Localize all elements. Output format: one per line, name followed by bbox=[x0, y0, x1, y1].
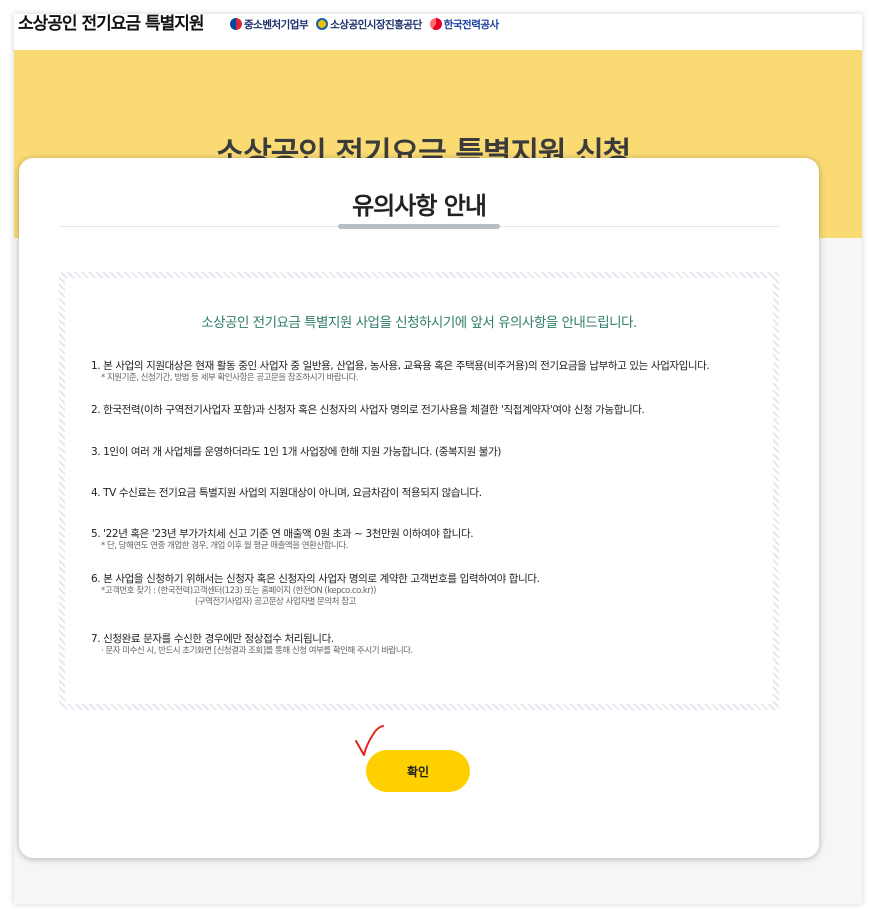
notice-item-4: 4. TV 수신료는 전기요금 특별지원 사업의 지원대상이 아니며, 요금차감… bbox=[91, 486, 771, 500]
kepco-logo-icon bbox=[429, 18, 442, 30]
title-underline bbox=[338, 224, 500, 229]
notice-item-text: 4. TV 수신료는 전기요금 특별지원 사업의 지원대상이 아니며, 요금차감… bbox=[91, 487, 482, 499]
site-brand[interactable]: 소상공인 전기요금 특별지원 bbox=[18, 14, 205, 34]
notice-item-text: 3. 1인이 여러 개 사업체를 운영하더라도 1인 1개 사업장에 한해 지원… bbox=[91, 446, 501, 458]
notice-item-1: 1. 본 사업의 지원대상은 현재 활동 중인 사업자 중 일반용, 산업용, … bbox=[91, 359, 771, 384]
page: 소상공인 전기요금 특별지원 중소벤처기업부 소상공인시장진흥공단 한국전력공사… bbox=[14, 14, 862, 904]
notice-frame: 소상공인 전기요금 특별지원 사업을 신청하시기에 앞서 유의사항을 안내드립니… bbox=[59, 272, 779, 710]
notice-item-text: 5. '22년 혹은 '23년 부가가치세 신고 기준 연 매출액 0원 초과 … bbox=[91, 528, 474, 540]
org-semas[interactable]: 소상공인시장진흥공단 bbox=[316, 17, 422, 32]
notice-box: 소상공인 전기요금 특별지원 사업을 신청하시기에 앞서 유의사항을 안내드립니… bbox=[65, 278, 773, 704]
notice-item-5: 5. '22년 혹은 '23년 부가가치세 신고 기준 연 매출액 0원 초과 … bbox=[91, 527, 771, 552]
notice-item-7: 7. 신청완료 문자를 수신한 경우에만 정상접수 처리됩니다. · 문자 미수… bbox=[91, 632, 771, 657]
site-header: 소상공인 전기요금 특별지원 중소벤처기업부 소상공인시장진흥공단 한국전력공사 bbox=[14, 14, 862, 50]
notice-item-note: * 단, 당해연도 연중 개업한 경우, 개업 이후 월 평균 매출액을 연환산… bbox=[101, 541, 348, 551]
notice-item-text: 1. 본 사업의 지원대상은 현재 활동 중인 사업자 중 일반용, 산업용, … bbox=[91, 360, 710, 372]
notice-item-3: 3. 1인이 여러 개 사업체를 운영하더라도 1인 1개 사업장에 한해 지원… bbox=[91, 445, 771, 459]
notice-item-text: 2. 한국전력(이하 구역전기사업자 포함)과 신청자 혹은 신청자의 사업자 … bbox=[91, 404, 645, 416]
org-semas-label: 소상공인시장진흥공단 bbox=[330, 18, 422, 31]
taegeuk-circle-icon bbox=[230, 18, 242, 30]
hand-drawn-check-mark bbox=[355, 725, 384, 756]
notice-item-text: 6. 본 사업을 신청하기 위해서는 신청자 혹은 신청자의 사업자 명의로 계… bbox=[91, 573, 540, 585]
semas-logo-icon bbox=[316, 18, 329, 30]
org-mss-label: 중소벤처기업부 bbox=[244, 18, 309, 31]
org-kepco-label: 한국전력공사 bbox=[443, 18, 499, 31]
notice-heading: 소상공인 전기요금 특별지원 사업을 신청하시기에 앞서 유의사항을 안내드립니… bbox=[201, 315, 637, 331]
organization-logos: 중소벤처기업부 소상공인시장진흥공단 한국전력공사 bbox=[230, 16, 499, 32]
org-kepco[interactable]: 한국전력공사 bbox=[429, 17, 499, 32]
org-mss[interactable]: 중소벤처기업부 bbox=[230, 17, 309, 32]
notice-item-2: 2. 한국전력(이하 구역전기사업자 포함)과 신청자 혹은 신청자의 사업자 … bbox=[91, 403, 771, 417]
notice-card: 유의사항 안내 소상공인 전기요금 특별지원 사업을 신청하시기에 앞서 유의사… bbox=[19, 158, 819, 858]
card-title: 유의사항 안내 bbox=[352, 192, 487, 220]
notice-item-6: 6. 본 사업을 신청하기 위해서는 신청자 혹은 신청자의 사업자 명의로 계… bbox=[91, 572, 771, 608]
notice-item-note: · 문자 미수신 시, 반드시 초기화면 [신청결과 조회]를 통해 신청 여부… bbox=[101, 646, 413, 656]
notice-item-note: *고객번호 찾기 : (한국전력)고객센터(123) 또는 홈페이지 (한전ON… bbox=[101, 586, 376, 596]
notice-item-text: 7. 신청완료 문자를 수신한 경우에만 정상접수 처리됩니다. bbox=[91, 633, 334, 645]
notice-item-note: (구역전기사업자) 공고문상 사업자별 문의처 참고 bbox=[195, 597, 356, 607]
notice-item-note: * 지원기준, 신청기간, 방법 등 세부 확인사항은 공고문을 참조하시기 바… bbox=[101, 373, 359, 383]
